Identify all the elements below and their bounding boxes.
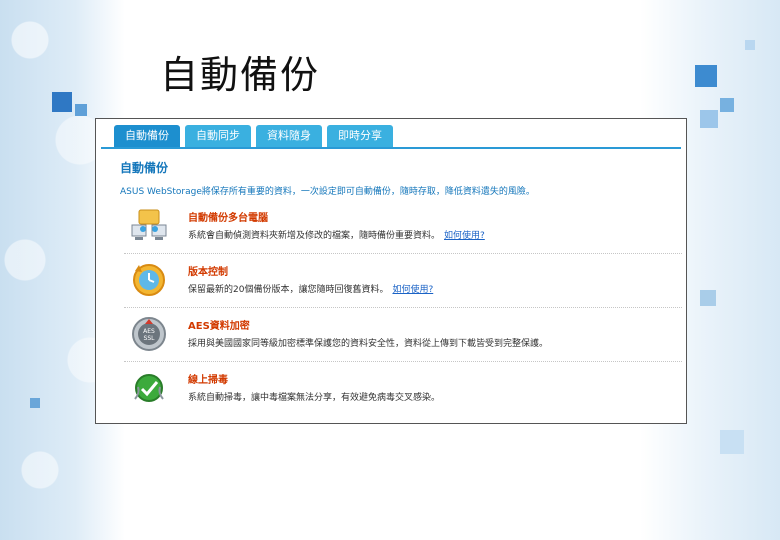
version-clock-icon bbox=[130, 261, 168, 299]
feature-item: AES SSL AES資料加密 採用與美國國家同等級加密標準保護您的資料安全性，… bbox=[124, 311, 682, 362]
tab-data-portable[interactable]: 資料隨身 bbox=[256, 125, 322, 147]
decor-square bbox=[30, 398, 40, 408]
feature-item: 版本控制 保留最新的20個備份版本，讓您隨時回復舊資料。 如何使用? bbox=[124, 257, 682, 308]
how-to-use-link[interactable]: 如何使用? bbox=[444, 231, 485, 241]
svg-text:SSL: SSL bbox=[144, 335, 156, 342]
decor-square bbox=[695, 65, 717, 87]
decor-square bbox=[720, 98, 734, 112]
decor-square bbox=[745, 40, 755, 50]
tab-auto-sync[interactable]: 自動同步 bbox=[185, 125, 251, 147]
svg-text:AES: AES bbox=[143, 328, 155, 335]
feature-item: 線上掃毒 系統自動掃毒，讓中毒檔案無法分享，有效避免病毒交叉感染。 bbox=[124, 365, 682, 415]
tab-instant-share[interactable]: 即時分享 bbox=[327, 125, 393, 147]
feature-description: 保留最新的20個備份版本，讓您隨時回復舊資料。 如何使用? bbox=[188, 282, 433, 295]
feature-title: 版本控制 bbox=[188, 267, 228, 278]
folder-computers-icon bbox=[130, 207, 168, 245]
feature-description-text: 保留最新的20個備份版本，讓您隨時回復舊資料。 bbox=[188, 285, 389, 295]
decor-square bbox=[700, 110, 718, 128]
decor-square bbox=[75, 104, 87, 116]
feature-description: 系統自動掃毒，讓中毒檔案無法分享，有效避免病毒交叉感染。 bbox=[188, 393, 441, 403]
webstorage-feature-panel: 自動備份 自動同步 資料隨身 即時分享 自動備份 ASUS WebStorage… bbox=[95, 118, 687, 424]
feature-item: 自動備份多台電腦 系統會自動偵測資料夾新增及修改的檔案，隨時備份重要資料。 如何使… bbox=[124, 203, 682, 254]
how-to-use-link[interactable]: 如何使用? bbox=[392, 285, 433, 295]
feature-description: 系統會自動偵測資料夾新增及修改的檔案，隨時備份重要資料。 如何使用? bbox=[188, 228, 485, 241]
decor-square bbox=[700, 290, 716, 306]
tab-bar: 自動備份 自動同步 資料隨身 即時分享 bbox=[114, 125, 393, 147]
decor-square bbox=[720, 430, 744, 454]
section-intro: 自動備份 ASUS WebStorage將保存所有重要的資料，一次設定即可自動備… bbox=[120, 159, 676, 197]
tab-divider bbox=[101, 147, 681, 149]
antivirus-scan-icon bbox=[130, 369, 168, 407]
feature-title: 自動備份多台電腦 bbox=[188, 213, 268, 224]
feature-description: 採用與美國國家同等級加密標準保護您的資料安全性，資料從上傳到下載皆受到完整保護。 bbox=[188, 339, 549, 349]
section-description: ASUS WebStorage將保存所有重要的資料，一次設定即可自動備份，隨時存… bbox=[120, 187, 535, 197]
page-title: 自動備份 bbox=[160, 53, 321, 97]
feature-title: AES資料加密 bbox=[188, 321, 250, 332]
tab-auto-backup[interactable]: 自動備份 bbox=[114, 125, 180, 147]
feature-title: 線上掃毒 bbox=[188, 375, 228, 386]
aes-lock-icon: AES SSL bbox=[130, 315, 168, 353]
feature-description-text: 系統會自動偵測資料夾新增及修改的檔案，隨時備份重要資料。 bbox=[188, 231, 441, 241]
decor-square bbox=[52, 92, 72, 112]
section-heading: 自動備份 bbox=[120, 161, 169, 175]
